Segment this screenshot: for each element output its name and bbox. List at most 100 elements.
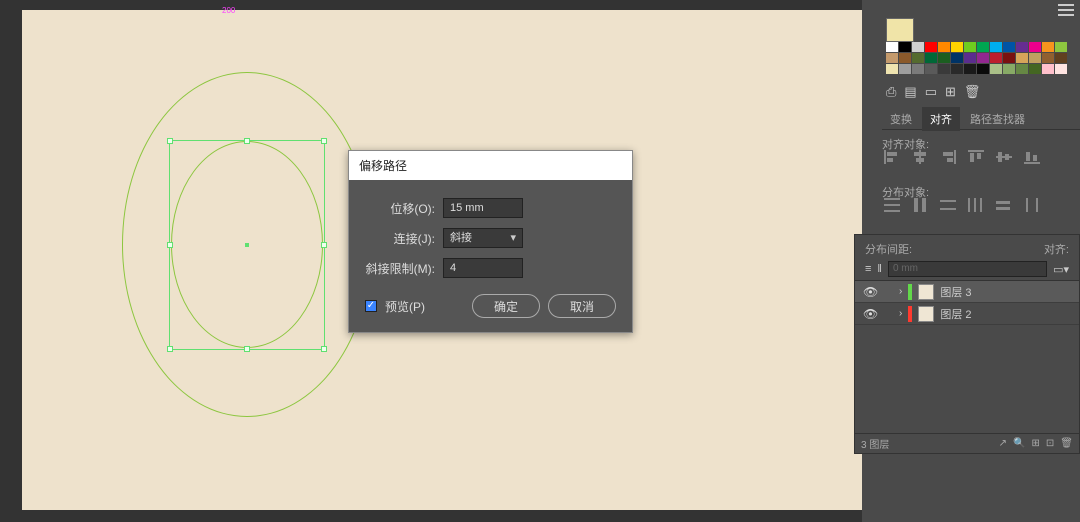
new-swatch-icon[interactable]: ⊞ <box>945 84 956 100</box>
swatch[interactable] <box>1055 53 1067 63</box>
expand-icon[interactable]: › <box>899 286 902 297</box>
panel-tabs: 变换 对齐 路径查找器 <box>882 108 1080 130</box>
swatch[interactable] <box>925 64 937 74</box>
swatch[interactable] <box>1003 64 1015 74</box>
tab-align[interactable]: 对齐 <box>922 107 960 131</box>
handle-top-mid[interactable] <box>244 138 250 144</box>
swatch[interactable] <box>977 53 989 63</box>
swatch[interactable] <box>938 64 950 74</box>
swatch[interactable] <box>1029 42 1041 52</box>
swatch[interactable] <box>951 42 963 52</box>
swatch[interactable] <box>1042 53 1054 63</box>
swatch[interactable] <box>964 64 976 74</box>
new-sublayer-icon[interactable]: ⊞ <box>1032 438 1040 449</box>
swatch[interactable] <box>990 64 1002 74</box>
swatch[interactable] <box>899 53 911 63</box>
handle-mid-right[interactable] <box>321 242 327 248</box>
swatch[interactable] <box>1016 42 1028 52</box>
layer-name[interactable]: 图层 3 <box>940 284 971 300</box>
align-left-icon[interactable] <box>882 148 902 166</box>
preview-checkbox[interactable]: ✓ <box>365 300 377 312</box>
dist-right-icon[interactable] <box>1022 196 1042 214</box>
delete-layer-icon[interactable]: 🗑 <box>1060 438 1073 449</box>
new-layer-icon[interactable]: ⊡ <box>1046 438 1054 449</box>
panel-menu-icon[interactable] <box>1058 4 1074 16</box>
swatch[interactable] <box>1042 42 1054 52</box>
dist-v-icon[interactable]: ≡ <box>865 263 871 275</box>
offset-input[interactable]: 15 mm <box>443 198 523 218</box>
tab-transform[interactable]: 变换 <box>882 107 920 131</box>
dist-top-icon[interactable] <box>882 196 902 214</box>
handle-top-right[interactable] <box>321 138 327 144</box>
align-top-icon[interactable] <box>966 148 986 166</box>
options-icon[interactable]: ▭ <box>925 84 937 100</box>
swatch[interactable] <box>938 53 950 63</box>
dist-vcenter-icon[interactable] <box>910 196 930 214</box>
expand-icon[interactable]: › <box>899 308 902 319</box>
cancel-button[interactable]: 取消 <box>548 294 616 318</box>
tool-icon[interactable]: ⎙ <box>886 84 896 100</box>
swatch[interactable] <box>886 64 898 74</box>
release-icon[interactable]: ↗ <box>999 438 1007 449</box>
swatch[interactable] <box>977 42 989 52</box>
swatch[interactable] <box>1016 64 1028 74</box>
alignto-dropdown-icon[interactable]: ▭▾ <box>1053 263 1069 276</box>
dist-bottom-icon[interactable] <box>938 196 958 214</box>
dist-h-icon[interactable]: ‖ <box>877 263 882 275</box>
swatch[interactable] <box>964 53 976 63</box>
layer-row[interactable]: 👁 › 图层 3 <box>855 281 1079 303</box>
swatch[interactable] <box>899 42 911 52</box>
swatch[interactable] <box>1003 42 1015 52</box>
swatch[interactable] <box>1055 64 1067 74</box>
swatch[interactable] <box>886 53 898 63</box>
swatch[interactable] <box>912 53 924 63</box>
tab-pathfinder[interactable]: 路径查找器 <box>962 107 1033 131</box>
swatch[interactable] <box>951 64 963 74</box>
align-hcenter-icon[interactable] <box>910 148 930 166</box>
swatch[interactable] <box>925 42 937 52</box>
offset-path-dialog: 偏移路径 位移(O): 15 mm 连接(J): 斜接 斜接限制(M): 4 ✓… <box>348 150 633 333</box>
swatch[interactable] <box>886 42 898 52</box>
visibility-icon[interactable]: 👁 <box>863 307 877 321</box>
visibility-icon[interactable]: 👁 <box>863 285 877 299</box>
handle-top-left[interactable] <box>167 138 173 144</box>
swatch[interactable] <box>977 64 989 74</box>
swatch[interactable] <box>1029 64 1041 74</box>
align-vcenter-icon[interactable] <box>994 148 1014 166</box>
layer-name[interactable]: 图层 2 <box>940 306 971 322</box>
dist-left-icon[interactable] <box>966 196 986 214</box>
dialog-title[interactable]: 偏移路径 <box>349 151 632 180</box>
dist-hcenter-icon[interactable] <box>994 196 1014 214</box>
ok-button[interactable]: 确定 <box>472 294 540 318</box>
swatch[interactable] <box>1055 42 1067 52</box>
library-icon[interactable]: ▤ <box>904 84 916 100</box>
handle-bot-mid[interactable] <box>244 346 250 352</box>
swatch[interactable] <box>899 64 911 74</box>
join-select[interactable]: 斜接 <box>443 228 523 248</box>
swatch[interactable] <box>990 53 1002 63</box>
swatch[interactable] <box>912 64 924 74</box>
fill-swatch[interactable] <box>886 18 914 42</box>
swatch[interactable] <box>990 42 1002 52</box>
handle-bot-right[interactable] <box>321 346 327 352</box>
handle-bot-left[interactable] <box>167 346 173 352</box>
swatch[interactable] <box>1016 53 1028 63</box>
swatch[interactable] <box>912 42 924 52</box>
locate-icon[interactable]: 🔍 <box>1013 438 1025 449</box>
swatch[interactable] <box>925 53 937 63</box>
handle-center[interactable] <box>245 243 249 247</box>
align-bottom-icon[interactable] <box>1022 148 1042 166</box>
spacing-input2[interactable]: 0 mm <box>888 261 1047 277</box>
swatch[interactable] <box>1042 64 1054 74</box>
swatch[interactable] <box>938 42 950 52</box>
layer-row[interactable]: 👁 › 图层 2 <box>855 303 1079 325</box>
handle-mid-left[interactable] <box>167 242 173 248</box>
align-right-icon[interactable] <box>938 148 958 166</box>
swatch[interactable] <box>1003 53 1015 63</box>
swatch[interactable] <box>964 42 976 52</box>
miter-input[interactable]: 4 <box>443 258 523 278</box>
selection-bounding-box[interactable] <box>169 140 325 350</box>
swatch[interactable] <box>951 53 963 63</box>
swatch[interactable] <box>1029 53 1041 63</box>
delete-swatch-icon[interactable]: 🗑 <box>964 84 981 100</box>
